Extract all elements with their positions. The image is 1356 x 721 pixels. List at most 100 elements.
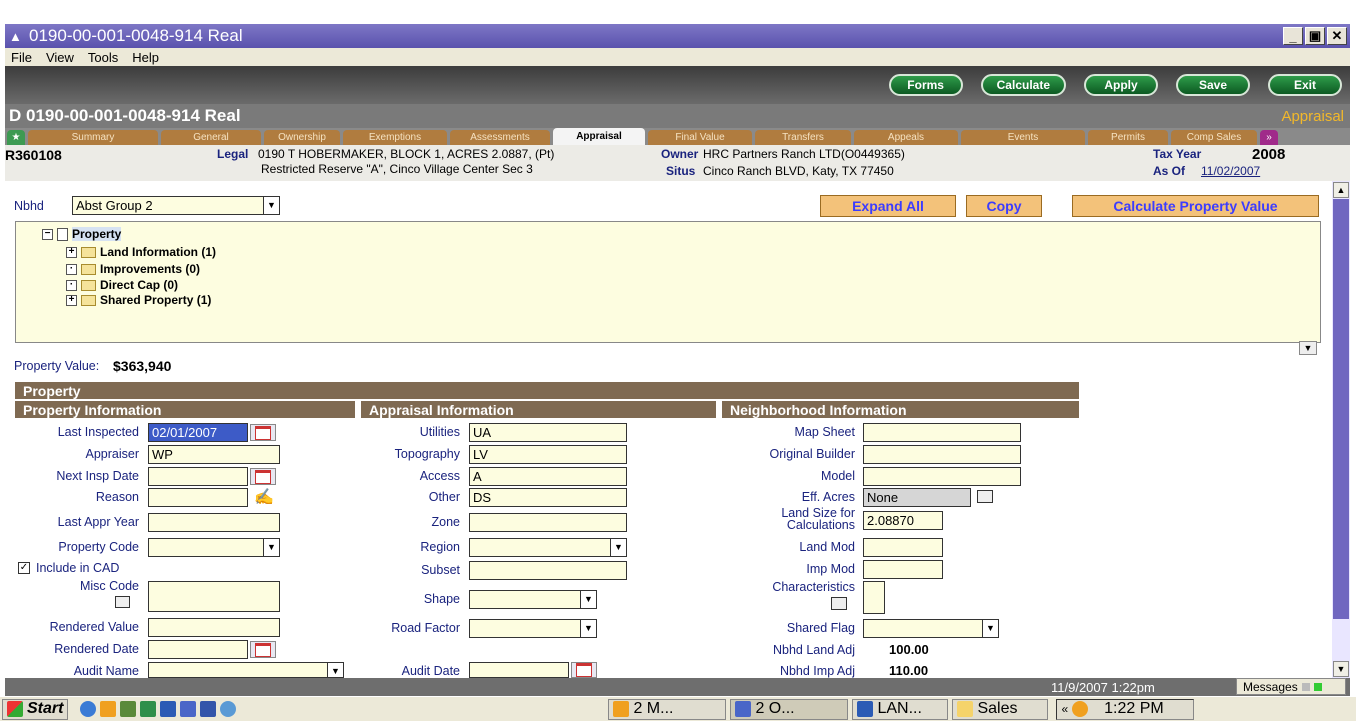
audit-date-input[interactable] xyxy=(469,662,569,678)
taskbar-item-sales[interactable]: Sales xyxy=(952,698,1049,720)
taskbar-item-appraisal[interactable]: 2 O... xyxy=(730,698,849,720)
land-size-input[interactable]: 2.08870 xyxy=(863,511,943,530)
last-appr-year-input[interactable] xyxy=(148,513,280,532)
tab-transfers[interactable]: Transfers xyxy=(755,130,851,145)
topography-input[interactable]: LV xyxy=(469,445,627,464)
expand-all-button[interactable]: Expand All xyxy=(820,195,956,217)
tab-general[interactable]: General xyxy=(161,130,261,145)
chevron-down-icon[interactable]: ▼ xyxy=(327,663,343,677)
tab-events[interactable]: Events xyxy=(961,130,1085,145)
chevron-down-icon[interactable]: ▼ xyxy=(263,197,279,214)
tray-expand-icon[interactable]: « xyxy=(1061,702,1068,716)
tree-item-improvements[interactable]: · Improvements (0) xyxy=(66,262,200,276)
calendar-icon[interactable] xyxy=(250,424,276,441)
favorite-icon[interactable]: ★ xyxy=(7,130,25,145)
menu-tools[interactable]: Tools xyxy=(88,50,118,65)
tab-final-value[interactable]: Final Value xyxy=(648,130,752,145)
chevron-down-icon[interactable]: ▼ xyxy=(263,539,279,556)
access-input[interactable]: A xyxy=(469,467,627,486)
menu-file[interactable]: File xyxy=(11,50,32,65)
clock-app-icon[interactable] xyxy=(1072,701,1089,717)
calendar-icon[interactable] xyxy=(250,468,276,485)
rendered-date-input[interactable] xyxy=(148,640,248,659)
tab-assessments[interactable]: Assessments xyxy=(450,130,550,145)
copy-button[interactable]: Copy xyxy=(966,195,1042,217)
tab-appeals[interactable]: Appeals xyxy=(854,130,958,145)
property-code-select[interactable]: ▼ xyxy=(148,538,280,557)
tab-summary[interactable]: Summary xyxy=(28,130,158,145)
word-icon[interactable] xyxy=(160,701,177,717)
shape-select[interactable]: ▼ xyxy=(469,590,597,609)
vertical-scrollbar[interactable]: ▲ ▼ xyxy=(1332,181,1350,678)
network-icon[interactable] xyxy=(200,701,217,717)
last-inspected-input[interactable]: 02/01/2007 xyxy=(148,423,248,442)
other-input[interactable]: DS xyxy=(469,488,627,507)
tree-root[interactable]: − Property xyxy=(42,227,122,241)
expand-icon[interactable]: + xyxy=(66,246,77,258)
start-button[interactable]: Start xyxy=(2,698,69,720)
excel-icon[interactable] xyxy=(140,701,157,717)
messages-button[interactable]: Messages xyxy=(1236,678,1346,695)
browser-icon[interactable] xyxy=(220,701,237,717)
chevron-down-icon[interactable]: ▼ xyxy=(982,620,998,637)
taskbar-item-lan[interactable]: LAN... xyxy=(852,698,949,720)
tree-item-land[interactable]: + Land Information (1) xyxy=(66,245,216,259)
road-factor-select[interactable]: ▼ xyxy=(469,619,597,638)
audit-name-select[interactable]: ▼ xyxy=(148,662,344,678)
appraiser-input[interactable]: WP xyxy=(148,445,280,464)
imp-mod-input[interactable] xyxy=(863,560,943,579)
collapse-icon[interactable]: − xyxy=(42,228,53,240)
menu-help[interactable]: Help xyxy=(132,50,159,65)
edit-pen-icon[interactable]: ✍ xyxy=(254,487,274,507)
calculate-property-value-button[interactable]: Calculate Property Value xyxy=(1072,195,1319,217)
tab-exemptions[interactable]: Exemptions xyxy=(343,130,447,145)
calendar-icon[interactable] xyxy=(571,662,597,678)
taskbar-item-mail[interactable]: 2 M... xyxy=(608,698,727,720)
original-builder-input[interactable] xyxy=(863,445,1021,464)
outlook-icon[interactable] xyxy=(100,701,117,717)
next-insp-date-input[interactable] xyxy=(148,467,248,486)
utilities-input[interactable]: UA xyxy=(469,423,627,442)
exit-button[interactable]: Exit xyxy=(1268,74,1342,96)
eff-acres-input[interactable]: None xyxy=(863,488,971,507)
chevron-down-icon[interactable]: ▼ xyxy=(610,539,626,556)
tab-comp-sales[interactable]: Comp Sales xyxy=(1171,130,1257,145)
region-select[interactable]: ▼ xyxy=(469,538,627,557)
chevron-down-icon[interactable]: ▼ xyxy=(580,620,596,637)
nbhd-select[interactable]: Abst Group 2 ▼ xyxy=(72,196,280,215)
expand-icon[interactable]: + xyxy=(66,294,77,306)
list-icon[interactable] xyxy=(115,596,130,608)
list-icon[interactable] xyxy=(831,597,847,610)
shared-flag-select[interactable]: ▼ xyxy=(863,619,999,638)
scroll-thumb[interactable] xyxy=(1333,199,1349,619)
scroll-down-icon[interactable]: ▼ xyxy=(1333,661,1349,677)
menu-view[interactable]: View xyxy=(46,50,74,65)
list-icon[interactable] xyxy=(977,490,993,503)
appraisal-app-icon[interactable] xyxy=(180,701,197,717)
subset-input[interactable] xyxy=(469,561,627,580)
tab-ownership[interactable]: Ownership xyxy=(264,130,340,145)
forms-button[interactable]: Forms xyxy=(888,74,963,96)
tab-appraisal[interactable]: Appraisal xyxy=(553,128,645,145)
tab-permits[interactable]: Permits xyxy=(1088,130,1168,145)
save-button[interactable]: Save xyxy=(1176,74,1250,96)
reason-input[interactable] xyxy=(148,488,248,507)
app-launcher-icon[interactable] xyxy=(120,701,137,717)
more-tabs-icon[interactable]: » xyxy=(1260,130,1278,145)
include-cad-checkbox[interactable]: ✓ xyxy=(18,562,30,574)
close-button[interactable]: ✕ xyxy=(1327,27,1347,45)
tree-resize-icon[interactable]: ▼ xyxy=(1299,341,1317,355)
scroll-up-icon[interactable]: ▲ xyxy=(1333,182,1349,198)
ie-icon[interactable] xyxy=(80,701,97,717)
misc-code-input[interactable] xyxy=(148,581,280,612)
characteristics-input[interactable] xyxy=(863,581,885,614)
restore-button[interactable]: ▣ xyxy=(1305,27,1325,45)
calculate-button[interactable]: Calculate xyxy=(980,74,1066,96)
apply-button[interactable]: Apply xyxy=(1084,74,1158,96)
model-input[interactable] xyxy=(863,467,1021,486)
rendered-value-input[interactable] xyxy=(148,618,280,637)
as-of-date[interactable]: 11/02/2007 xyxy=(1201,164,1260,178)
chevron-down-icon[interactable]: ▼ xyxy=(580,591,596,608)
land-mod-input[interactable] xyxy=(863,538,943,557)
tree-item-shared-property[interactable]: + Shared Property (1) xyxy=(66,293,211,307)
